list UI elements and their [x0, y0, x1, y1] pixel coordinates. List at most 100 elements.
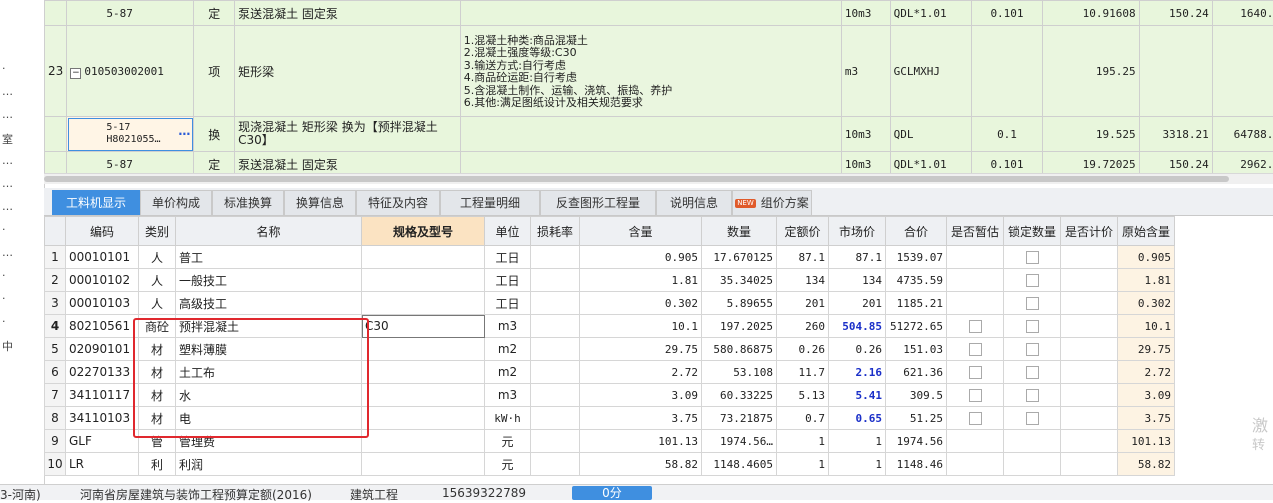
tab-0[interactable]: 工料机显示 [52, 190, 140, 215]
lock-checkbox[interactable] [1026, 366, 1039, 379]
priced-cell[interactable] [1061, 430, 1118, 453]
priced-cell[interactable] [1061, 269, 1118, 292]
tab-5[interactable]: 工程量明细 [440, 190, 540, 215]
lock-cell[interactable] [1004, 384, 1061, 407]
quantity-cell[interactable] [971, 26, 1042, 117]
lock-checkbox[interactable] [1026, 389, 1039, 402]
content-cell[interactable]: 29.75 [580, 338, 702, 361]
market-cell[interactable]: 0.26 [829, 338, 886, 361]
price-cell[interactable]: 11.7 [777, 361, 829, 384]
material-row[interactable]: 10LR利利润元58.821148.4605111148.4658.82 [45, 453, 1175, 476]
lock-checkbox[interactable] [1026, 274, 1039, 287]
cat-cell[interactable]: 材 [139, 384, 176, 407]
material-row[interactable]: 9GLF管管理费元101.131974.56…111974.56101.13 [45, 430, 1175, 453]
unit-cell[interactable]: m3 [841, 26, 890, 117]
qty-cell[interactable]: 580.86875 [702, 338, 777, 361]
price-cell[interactable] [1139, 26, 1212, 117]
expression-cell[interactable]: QDL*1.01 [890, 152, 971, 174]
tab-3[interactable]: 换算信息 [284, 190, 356, 215]
unit-cell[interactable]: m3 [485, 384, 531, 407]
type-cell[interactable]: 定 [194, 1, 235, 26]
loss-cell[interactable] [531, 453, 580, 476]
lock-cell[interactable] [1004, 338, 1061, 361]
price-cell[interactable]: 3318.21 [1139, 117, 1212, 152]
original-content-cell[interactable]: 29.75 [1118, 338, 1175, 361]
price-cell[interactable]: 201 [777, 292, 829, 315]
original-content-cell[interactable]: 10.1 [1118, 315, 1175, 338]
quantity-cell[interactable]: 0.1 [971, 117, 1042, 152]
quantity-cell[interactable]: 0.101 [971, 152, 1042, 174]
amount-cell[interactable]: 2962.7 [1212, 152, 1273, 174]
qty-cell[interactable]: 73.21875 [702, 407, 777, 430]
row-number[interactable]: 23 [45, 26, 67, 117]
material-row[interactable]: 734110117材水m33.0960.332255.135.41309.53.… [45, 384, 1175, 407]
total-cell[interactable]: 4735.59 [886, 269, 947, 292]
column-header[interactable]: 定额价 [777, 217, 829, 246]
lock-cell[interactable] [1004, 361, 1061, 384]
market-cell[interactable]: 134 [829, 269, 886, 292]
spec-cell[interactable] [362, 407, 485, 430]
row-number[interactable]: 5 [45, 338, 66, 361]
name-cell[interactable]: 预拌混凝土 [176, 315, 362, 338]
row-number[interactable]: 10 [45, 453, 66, 476]
total-cell[interactable]: 1974.56 [886, 430, 947, 453]
unit-cell[interactable]: 工日 [485, 246, 531, 269]
priced-cell[interactable] [1061, 361, 1118, 384]
unit-cell[interactable]: 工日 [485, 292, 531, 315]
spec-cell[interactable] [362, 453, 485, 476]
price-cell[interactable]: 0.26 [777, 338, 829, 361]
name-cell[interactable]: 高级技工 [176, 292, 362, 315]
market-cell[interactable]: 1 [829, 453, 886, 476]
type-cell[interactable]: 换 [194, 117, 235, 152]
estimate-cell[interactable] [947, 430, 1004, 453]
loss-cell[interactable] [531, 361, 580, 384]
material-row[interactable]: 300010103人高级技工工日0.3025.896552012011185.2… [45, 292, 1175, 315]
code-cell[interactable]: 5-87 [67, 1, 194, 26]
column-header[interactable]: 编码 [66, 217, 139, 246]
column-header[interactable]: 数量 [702, 217, 777, 246]
row-number[interactable]: 7 [45, 384, 66, 407]
more-button[interactable]: … [178, 124, 190, 138]
loss-cell[interactable] [531, 315, 580, 338]
original-content-cell[interactable]: 3.09 [1118, 384, 1175, 407]
total-cell[interactable]: 1185.21 [886, 292, 947, 315]
unit-cell[interactable]: 元 [485, 453, 531, 476]
code-cell[interactable]: 00010103 [66, 292, 139, 315]
estimate-cell[interactable] [947, 292, 1004, 315]
code-cell[interactable]: GLF [66, 430, 139, 453]
unit-cell[interactable]: 10m3 [841, 117, 890, 152]
estimate-cell[interactable] [947, 361, 1004, 384]
feature-cell[interactable] [460, 152, 841, 174]
market-cell[interactable]: 87.1 [829, 246, 886, 269]
total-cell[interactable]: 1148.46 [886, 453, 947, 476]
feature-cell[interactable] [460, 117, 841, 152]
original-content-cell[interactable]: 0.302 [1118, 292, 1175, 315]
unit-cell[interactable]: 10m3 [841, 1, 890, 26]
tab-8[interactable]: NEW组价方案 [732, 190, 812, 215]
code-cell[interactable]: 34110103 [66, 407, 139, 430]
name-cell[interactable]: 塑料薄膜 [176, 338, 362, 361]
qty-cell[interactable]: 1974.56… [702, 430, 777, 453]
priced-cell[interactable] [1061, 246, 1118, 269]
loss-cell[interactable] [531, 407, 580, 430]
content-cell[interactable]: 3.09 [580, 384, 702, 407]
qty-cell[interactable]: 1148.4605 [702, 453, 777, 476]
tab-4[interactable]: 特征及内容 [356, 190, 440, 215]
estimate-checkbox[interactable] [969, 320, 982, 333]
code-cell[interactable]: 00010102 [66, 269, 139, 292]
type-cell[interactable]: 定 [194, 152, 235, 174]
feature-cell[interactable] [460, 1, 841, 26]
price-cell[interactable]: 87.1 [777, 246, 829, 269]
total-qty-cell[interactable]: 10.91608 [1043, 1, 1140, 26]
loss-cell[interactable] [531, 269, 580, 292]
lock-checkbox[interactable] [1026, 251, 1039, 264]
quantity-cell[interactable]: 0.101 [971, 1, 1042, 26]
row-number[interactable] [45, 152, 67, 174]
loss-cell[interactable] [531, 384, 580, 407]
spec-cell[interactable] [362, 361, 485, 384]
price-cell[interactable]: 150.24 [1139, 152, 1212, 174]
type-cell[interactable]: 项 [194, 26, 235, 117]
market-cell[interactable]: 0.65 [829, 407, 886, 430]
total-cell[interactable]: 51272.65 [886, 315, 947, 338]
priced-cell[interactable] [1061, 315, 1118, 338]
